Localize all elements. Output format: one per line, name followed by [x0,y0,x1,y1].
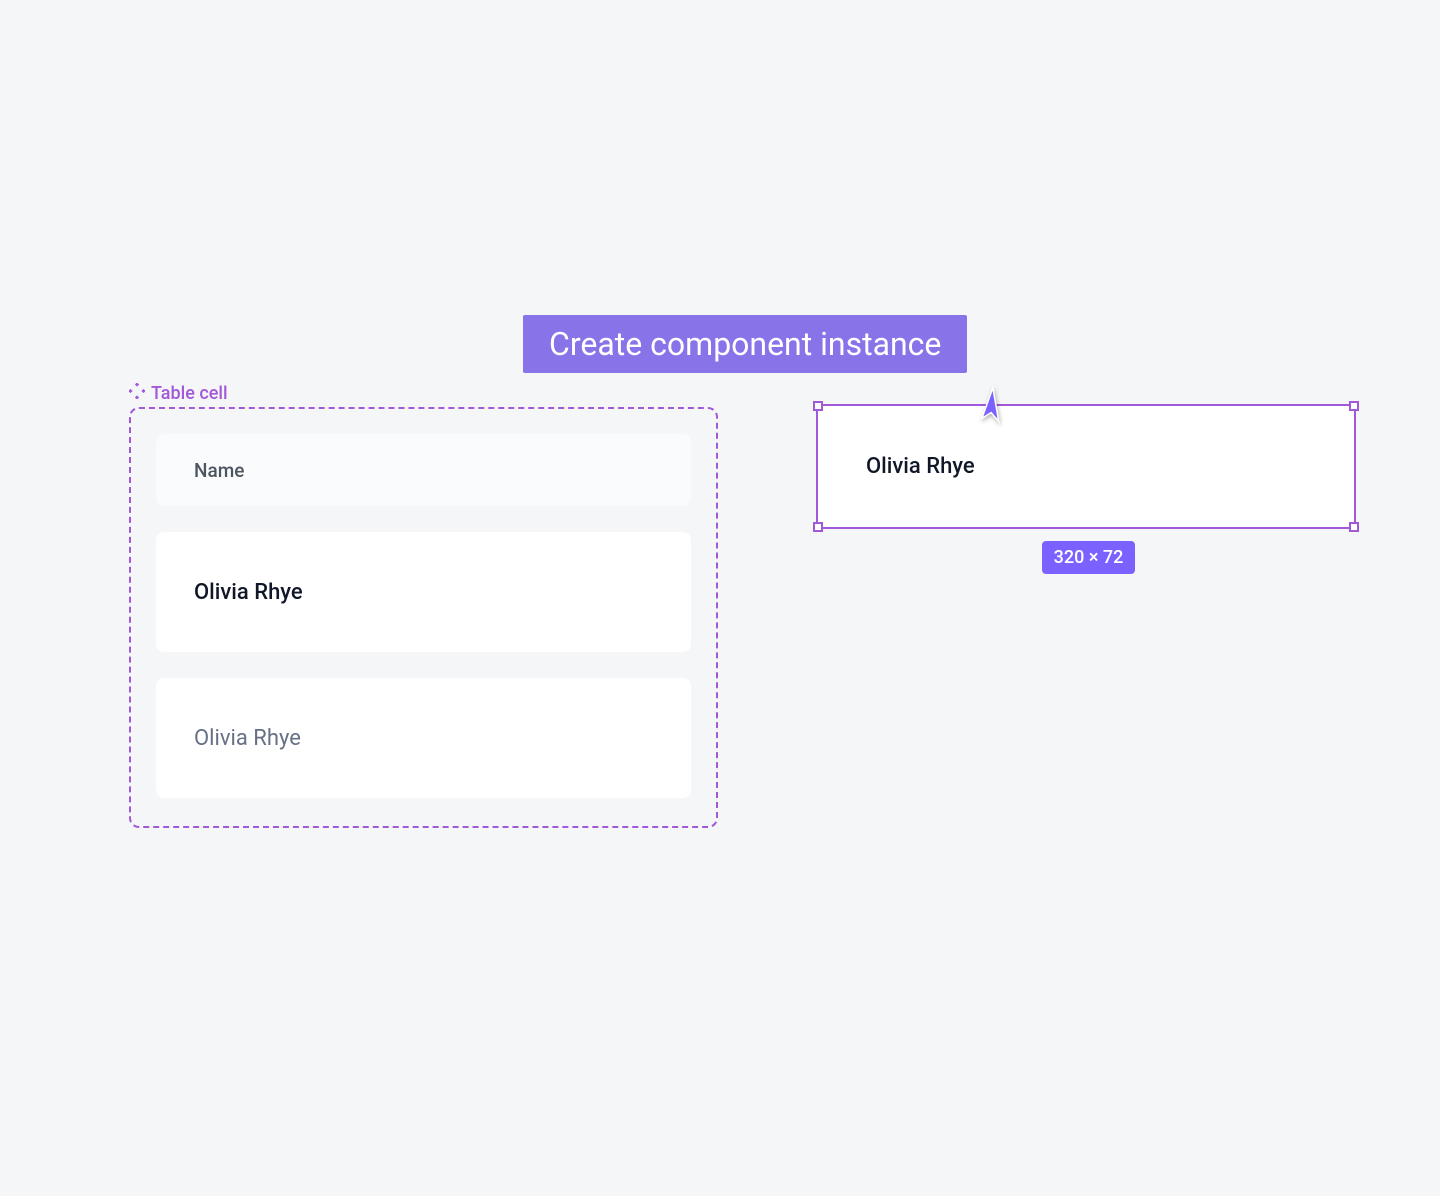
variant-default-text: Olivia Rhye [194,580,303,605]
size-badge: 320 × 72 [1042,541,1136,574]
component-icon [129,383,145,404]
variant-muted[interactable]: Olivia Rhye [156,678,691,798]
tooltip-create-instance: Create component instance [523,315,967,373]
variant-default[interactable]: Olivia Rhye [156,532,691,652]
tooltip-text: Create component instance [549,325,941,363]
size-text: 320 × 72 [1054,547,1124,568]
resize-handle-bl[interactable] [813,522,823,532]
variant-header[interactable]: Name [156,434,691,506]
variant-muted-text: Olivia Rhye [194,726,301,751]
variant-header-text: Name [194,459,244,482]
component-frame[interactable]: Name Olivia Rhye Olivia Rhye [129,407,718,828]
component-label[interactable]: Table cell [129,383,228,404]
instance-text: Olivia Rhye [866,454,975,479]
component-name: Table cell [151,383,228,404]
cursor-icon [974,386,1014,426]
component-instance[interactable]: Olivia Rhye [816,404,1356,529]
resize-handle-tr[interactable] [1349,401,1359,411]
resize-handle-br[interactable] [1349,522,1359,532]
resize-handle-tl[interactable] [813,401,823,411]
instance-wrapper: Olivia Rhye 320 × 72 [816,404,1361,574]
